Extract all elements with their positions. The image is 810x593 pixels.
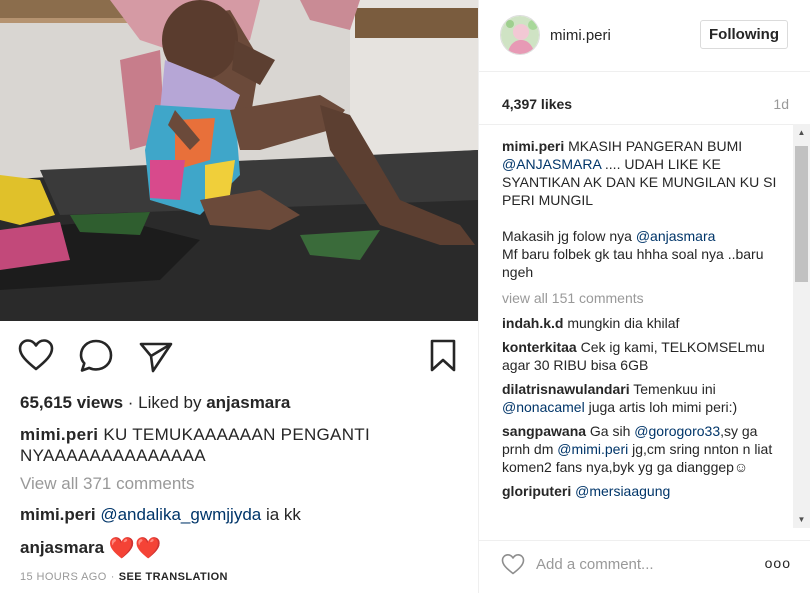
comment: dilatrisnawulandari Temenkuu ini @nonaca…	[502, 380, 777, 416]
caption-mention[interactable]: @ANJASMARA	[502, 156, 601, 172]
mobile-action-bar	[0, 338, 478, 378]
following-button[interactable]: Following	[700, 20, 788, 49]
see-translation-link[interactable]: SEE TRANSLATION	[119, 571, 228, 583]
mobile-post-panel: 65,615 views · Liked by anjasmara mimi.p…	[0, 0, 478, 593]
views-count: 65,615 views	[20, 393, 124, 412]
bookmark-icon[interactable]	[428, 338, 466, 376]
share-icon[interactable]	[138, 338, 176, 376]
scroll-up-arrow-icon[interactable]: ▲	[793, 124, 810, 141]
comment-username[interactable]: konterkitaa	[502, 339, 577, 355]
comment-text: ia kk	[265, 505, 301, 524]
caption-paragraph: mimi.peri MKASIH PANGERAN BUMI @ANJASMAR…	[502, 137, 777, 209]
comment: konterkitaa Cek ig kami, TELKOMSELmu aga…	[502, 338, 777, 374]
comment-username[interactable]: mimi.peri	[20, 505, 96, 524]
caption-username[interactable]: mimi.peri	[20, 425, 98, 444]
comment-username[interactable]: sangpawana	[502, 423, 586, 439]
comment: indah.k.d mungkin dia khilaf	[502, 314, 777, 332]
caption-text: Makasih jg folow nya	[502, 228, 632, 244]
like-heart-icon[interactable]	[501, 553, 525, 575]
caption-text: MKASIH PANGERAN BUMI	[568, 138, 743, 154]
post-header: mimi.peri Following	[479, 0, 810, 72]
post-sidebar: mimi.peri Following 4,397 likes 1d mimi.…	[478, 0, 810, 593]
post-username[interactable]: mimi.peri	[550, 27, 611, 44]
comment-mention[interactable]: @mersiaagung	[575, 483, 670, 499]
photo-illustration	[0, 0, 478, 321]
comment-mention[interactable]: @nonacamel	[502, 399, 585, 415]
comment-text: Ga sih	[589, 423, 631, 439]
likes-row: 4,397 likes 1d	[502, 96, 789, 112]
more-options-icon[interactable]: ooo	[765, 555, 791, 571]
heart-icon[interactable]	[18, 338, 56, 376]
comment-text: mungkin dia khilaf	[567, 315, 680, 331]
comment-icon[interactable]	[78, 338, 116, 376]
mobile-comment: anjasmara ❤️❤️	[20, 537, 161, 561]
comment: sangpawana Ga sih @gorogoro33,sy ga prnh…	[502, 422, 777, 476]
add-comment-row: ooo	[479, 540, 810, 593]
comment-mention[interactable]: @mimi.peri	[557, 441, 628, 457]
comment-username[interactable]: anjasmara	[20, 538, 104, 557]
comment-username[interactable]: indah.k.d	[502, 315, 563, 331]
comments-scrollbar[interactable]: ▲ ▼	[793, 124, 810, 528]
caption-mention[interactable]: @anjasmara	[636, 228, 716, 244]
post-timestamp: 15 HOURS AGO	[20, 571, 107, 583]
caption-paragraph: Mf baru folbek gk tau hhha soal nya ..ba…	[502, 245, 777, 281]
caption-username[interactable]: mimi.peri	[502, 138, 564, 154]
mobile-comment: mimi.peri @andalika_gwmjjyda ia kk	[20, 505, 301, 525]
meta-separator: ·	[110, 571, 115, 583]
caption-text: Mf baru folbek gk tau hhha soal nya ..ba…	[502, 246, 764, 280]
heart-emoji-text: ❤️❤️	[108, 537, 162, 560]
mobile-caption: mimi.peri KU TEMUKAAAAAAN PENGANTI NYAAA…	[20, 424, 460, 466]
views-line: 65,615 views · Liked by anjasmara	[20, 393, 290, 413]
comment-username[interactable]: dilatrisnawulandari	[502, 381, 630, 397]
view-all-comments[interactable]: view all 151 comments	[502, 289, 777, 307]
comments-list[interactable]: mimi.peri MKASIH PANGERAN BUMI @ANJASMAR…	[479, 124, 810, 528]
post-age[interactable]: 1d	[773, 96, 789, 112]
comment: gloriputeri @mersiaagung	[502, 482, 777, 500]
comment-text: juga artis loh mimi peri:)	[588, 399, 738, 415]
post-caption: mimi.peri MKASIH PANGERAN BUMI @ANJASMAR…	[502, 137, 777, 281]
scroll-down-arrow-icon[interactable]: ▼	[793, 511, 810, 528]
comment-text: Temenkuu ini	[633, 381, 716, 397]
scrollbar-thumb[interactable]	[795, 146, 808, 282]
liked-by-label: Liked by	[138, 393, 202, 412]
comment-mention[interactable]: @gorogoro33	[634, 423, 720, 439]
post-photo[interactable]	[0, 0, 478, 321]
comment-mention[interactable]: @andalika_gwmjjyda	[100, 505, 261, 524]
likes-count[interactable]: 4,397 likes	[502, 96, 572, 112]
comment-username[interactable]: gloriputeri	[502, 483, 571, 499]
separator-dot: ·	[127, 393, 139, 412]
liked-by-user[interactable]: anjasmara	[206, 393, 290, 412]
avatar[interactable]	[500, 15, 540, 55]
mobile-view-all-comments[interactable]: View all 371 comments	[20, 474, 195, 494]
mobile-post-meta: 15 HOURS AGO · SEE TRANSLATION	[20, 571, 228, 583]
add-comment-input[interactable]	[536, 554, 746, 574]
caption-paragraph: Makasih jg folow nya @anjasmara	[502, 227, 777, 245]
